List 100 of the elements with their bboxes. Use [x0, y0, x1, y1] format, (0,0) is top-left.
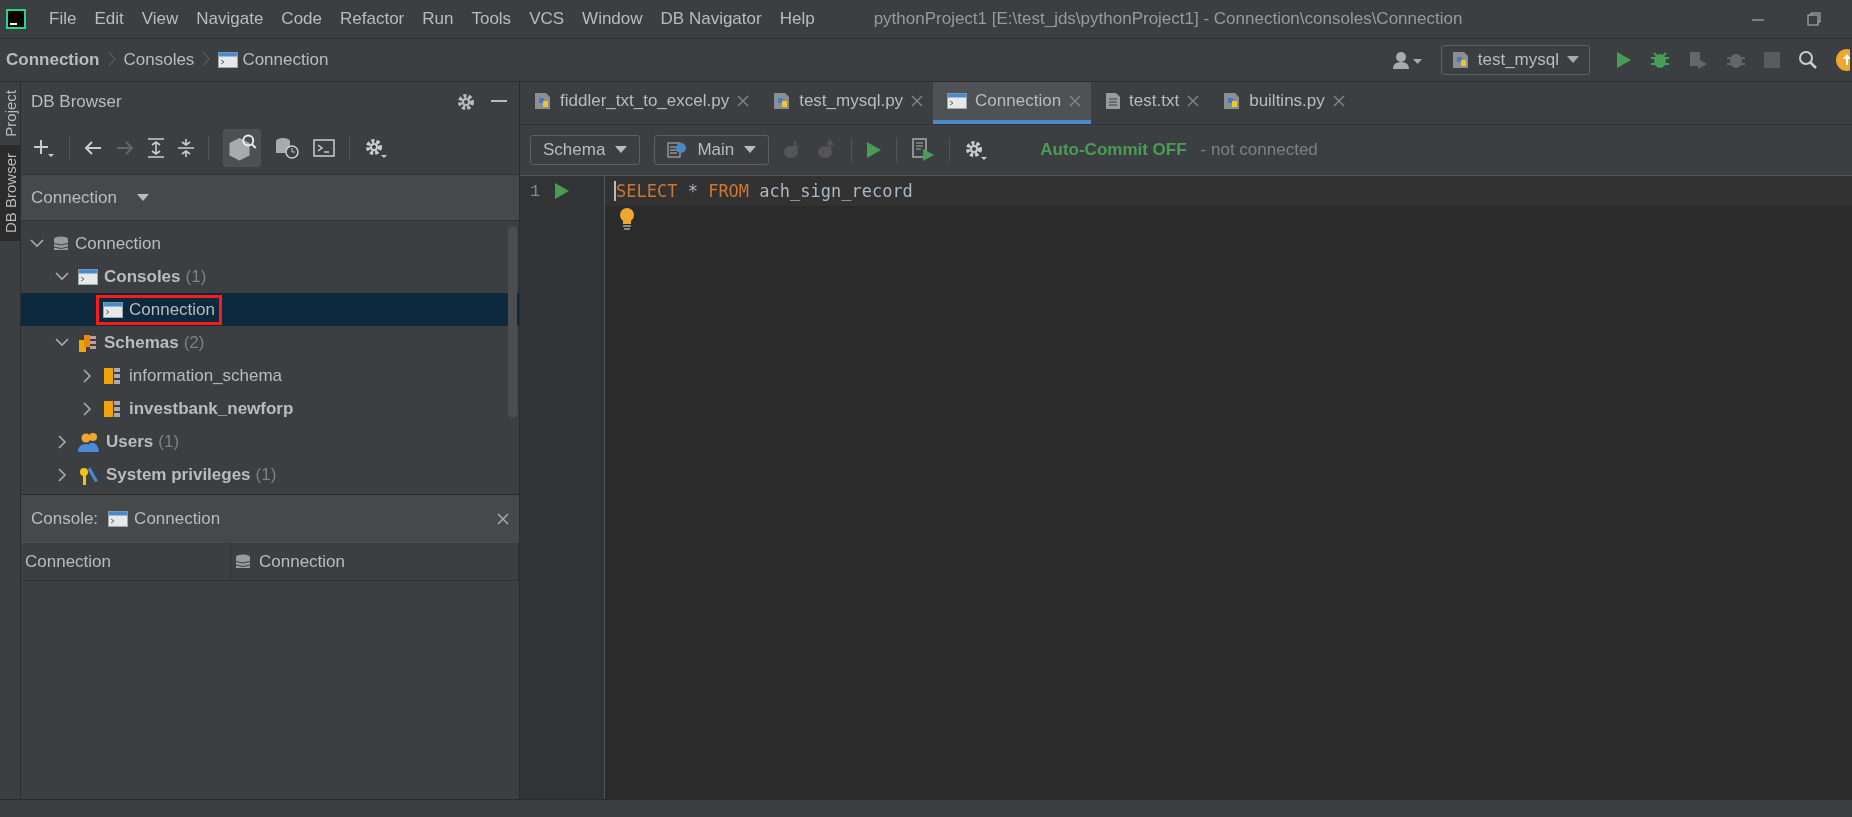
menu-item[interactable]: Refactor — [331, 4, 414, 34]
side-tab[interactable]: DB Browser — [0, 144, 20, 241]
console-icon — [78, 268, 98, 285]
side-tab[interactable]: Project — [0, 82, 20, 145]
execute-script-icon[interactable] — [911, 138, 936, 162]
expanded-chevron-icon[interactable] — [55, 338, 69, 347]
breadcrumb[interactable]: Consoles — [123, 50, 195, 70]
collapsed-chevron-icon[interactable] — [57, 434, 67, 449]
console-icon — [218, 52, 239, 68]
collapsed-chevron-icon[interactable] — [57, 467, 67, 482]
editor-tab[interactable]: Connection — [933, 82, 1092, 124]
collapsed-chevron-icon[interactable] — [82, 401, 92, 416]
breadcrumb[interactable]: Connection — [218, 50, 329, 70]
breadcrumb[interactable]: Connection — [6, 50, 100, 70]
expanded-chevron-icon[interactable] — [30, 239, 44, 248]
database-history-icon[interactable] — [275, 137, 299, 159]
column-header[interactable]: Connection — [21, 543, 231, 580]
chevron-icon — [107, 50, 116, 67]
tree-item[interactable]: Users (1) — [74, 429, 184, 454]
close-icon[interactable] — [1187, 95, 1200, 107]
user-icon[interactable] — [1392, 51, 1423, 69]
menu-item[interactable]: Navigate — [187, 4, 273, 34]
collapse-all-icon[interactable] — [178, 138, 194, 158]
python-file-icon — [773, 92, 792, 110]
settings-icon[interactable] — [964, 139, 989, 161]
object-search-icon[interactable] — [223, 129, 261, 167]
run-icon[interactable] — [554, 182, 571, 200]
python-file-icon — [534, 92, 552, 110]
back-arrow-icon[interactable] — [84, 141, 102, 155]
console-connection: Connection — [108, 509, 221, 529]
schemas-icon — [78, 332, 98, 353]
connection-status: - not connected — [1200, 140, 1318, 160]
tree-item[interactable]: System privileges (1) — [74, 461, 281, 488]
column-header[interactable]: Connection — [231, 543, 519, 580]
add-icon[interactable] — [33, 138, 55, 158]
console-icon[interactable] — [313, 139, 335, 157]
menu-item[interactable]: File — [40, 4, 86, 34]
tree-item[interactable]: Connection — [49, 231, 165, 256]
scrollbar[interactable] — [508, 227, 517, 417]
menu-item[interactable]: Run — [413, 4, 463, 34]
settings-icon[interactable] — [457, 93, 475, 111]
caret-icon — [615, 146, 628, 154]
bug-icon[interactable] — [1650, 50, 1670, 70]
menu-item[interactable]: Code — [272, 4, 331, 34]
tree-item[interactable]: Connection — [99, 297, 219, 322]
close-icon[interactable] — [1332, 95, 1345, 107]
console-label: Console: — [31, 509, 99, 529]
update-icon[interactable] — [1836, 49, 1850, 71]
console-icon — [103, 301, 123, 318]
settings-icon[interactable] — [364, 137, 388, 159]
database-icon — [235, 553, 251, 570]
run-configuration-dropdown[interactable]: test_mysql — [1440, 45, 1590, 75]
users-icon — [78, 431, 100, 452]
schema-icon — [103, 365, 123, 386]
auto-commit-status[interactable]: Auto-Commit OFF — [1040, 140, 1187, 160]
menu-item[interactable]: Window — [573, 4, 652, 34]
editor-tab[interactable]: test_mysql.py — [759, 82, 934, 124]
search-icon[interactable] — [1798, 50, 1818, 70]
caret-icon — [137, 193, 149, 202]
close-icon[interactable] — [911, 95, 924, 107]
menu-item[interactable]: Edit — [85, 4, 133, 34]
tree-item[interactable]: information_schema — [99, 363, 287, 388]
editor-tab[interactable]: test.txt — [1091, 82, 1210, 124]
minimize-icon[interactable] — [491, 100, 507, 104]
caret-icon — [1567, 56, 1579, 64]
connection-dropdown[interactable]: Connection — [21, 187, 159, 208]
menu-item[interactable]: VCS — [520, 4, 574, 34]
restore-icon[interactable] — [1806, 11, 1822, 27]
run-icon[interactable] — [1616, 51, 1632, 69]
schema-icon — [103, 398, 123, 419]
code-line: SELECT * FROM ach_sign_record — [614, 181, 913, 201]
line-number: 1 — [530, 181, 541, 201]
close-icon[interactable] — [737, 95, 750, 107]
menu-item[interactable]: View — [132, 4, 188, 34]
database-icon — [53, 235, 69, 252]
text-file-icon — [1105, 92, 1122, 110]
expand-all-icon[interactable] — [148, 138, 164, 158]
tree-item[interactable]: Schemas (2) — [74, 330, 209, 355]
expanded-chevron-icon[interactable] — [55, 272, 69, 281]
schema-dropdown[interactable]: Schema — [530, 135, 641, 165]
console-icon — [108, 511, 129, 527]
chevron-icon — [202, 50, 211, 67]
caret-icon — [744, 146, 757, 154]
lightbulb-icon[interactable] — [619, 208, 635, 230]
menu-item[interactable]: Tools — [462, 4, 521, 34]
editor-tab[interactable]: builtins.py — [1209, 82, 1355, 124]
collapsed-chevron-icon[interactable] — [82, 368, 92, 383]
python-file-icon — [1223, 92, 1242, 110]
close-icon[interactable] — [497, 513, 509, 525]
panel-title: DB Browser — [31, 92, 123, 112]
tree-item[interactable]: Consoles (1) — [74, 264, 211, 289]
editor-tab[interactable]: fiddler_txt_to_excel.py — [520, 82, 760, 124]
window-title: pythonProject1 [E:\test_jds\pythonProject1] - Connection\consoles\Connection — [873, 9, 1463, 29]
python-icon — [1451, 51, 1470, 69]
tree-item[interactable]: investbank_newforp — [99, 396, 298, 421]
app-logo — [6, 9, 26, 29]
menu-item[interactable]: Help — [770, 4, 824, 34]
menu-item[interactable]: DB Navigator — [651, 4, 771, 34]
run-icon[interactable] — [866, 141, 883, 159]
session-dropdown[interactable]: Main — [654, 135, 770, 165]
